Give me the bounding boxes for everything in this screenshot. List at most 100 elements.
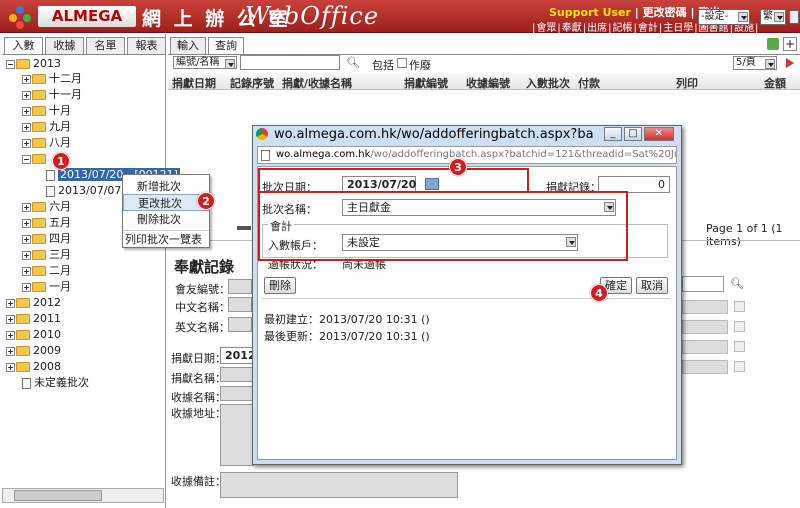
tree-month[interactable]: 十二月 (22, 71, 82, 87)
expand-icon[interactable] (22, 138, 31, 148)
change-password-link[interactable]: 更改密碼 (643, 6, 687, 19)
tab-receipt[interactable]: 收據 (45, 37, 84, 54)
cn-name-input[interactable] (228, 297, 252, 312)
receipt-name-input[interactable] (220, 386, 254, 401)
col-amount[interactable]: 金額 (764, 75, 786, 91)
scroll-right-button[interactable] (789, 10, 799, 24)
nav-accounting[interactable]: 會計 (638, 23, 658, 34)
collapse-icon[interactable] (22, 154, 31, 164)
field-select[interactable]: 編號/名稱 (173, 56, 237, 69)
tree-month[interactable]: 五月 (22, 215, 71, 231)
void-checkbox[interactable] (397, 58, 407, 68)
tree-month[interactable]: 四月 (22, 231, 71, 247)
option-checkbox[interactable] (734, 321, 745, 332)
nav-sunday-school[interactable]: 主日學 (663, 23, 693, 34)
option-checkbox[interactable] (734, 301, 745, 312)
col-payment[interactable]: 付款 (578, 75, 600, 91)
chevron-down-icon (774, 12, 784, 22)
expand-icon[interactable] (22, 90, 31, 100)
tab-input[interactable]: 輸入 (170, 37, 206, 54)
nav-attendance[interactable]: 出席 (587, 23, 607, 34)
search-icon[interactable]: 🔍︎ (346, 56, 360, 69)
arrow-right-icon[interactable] (786, 58, 794, 68)
tree-month[interactable]: 六月 (22, 199, 71, 215)
expand-icon[interactable] (22, 250, 31, 260)
add-record-icon[interactable] (767, 38, 779, 50)
tab-query[interactable]: 查詢 (208, 37, 244, 54)
expand-icon[interactable] (6, 362, 15, 372)
col-donor-name[interactable]: 捐獻/收據名稱 (282, 75, 352, 91)
menu-delete-batch[interactable]: 刪除批次 (123, 211, 209, 228)
col-receipt-no[interactable]: 收據編號 (466, 75, 510, 91)
tab-deposit[interactable]: 入數 (4, 37, 43, 54)
col-print[interactable]: 列印 (676, 75, 698, 91)
col-batch[interactable]: 入數批次 (526, 75, 570, 91)
tree-month[interactable]: 二月 (22, 263, 71, 279)
tab-roster[interactable]: 名單 (86, 37, 125, 54)
tree-month[interactable]: 十月 (22, 103, 71, 119)
expand-icon[interactable] (22, 234, 31, 244)
expand-icon[interactable] (22, 202, 31, 212)
donate-date-input[interactable]: 2012/ (220, 347, 260, 364)
plus-icon[interactable]: + (783, 37, 797, 51)
receipt-note-input[interactable] (220, 472, 458, 498)
tree-month[interactable]: 一月 (22, 279, 71, 295)
collapse-icon[interactable] (6, 59, 15, 69)
expand-icon[interactable] (6, 314, 15, 324)
search-input[interactable] (240, 55, 340, 70)
menu-print-batch-list[interactable]: 列印批次一覽表 (123, 230, 209, 247)
receipt-address-input[interactable] (220, 404, 254, 466)
user-name[interactable]: Support User (549, 6, 631, 19)
option-checkbox[interactable] (734, 361, 745, 372)
expand-icon[interactable] (6, 298, 15, 308)
tree-year[interactable]: 2009 (6, 343, 61, 359)
nav-bookkeeping[interactable]: 記帳 (613, 23, 633, 34)
tree-year[interactable]: 2008 (6, 359, 61, 375)
cancel-button[interactable]: 取消 (636, 277, 668, 294)
tree-month-july[interactable] (22, 151, 49, 167)
tree-year[interactable]: 2010 (6, 327, 61, 343)
menu-edit-batch[interactable]: 更改批次 (123, 194, 209, 211)
scrollbar-thumb[interactable] (14, 490, 102, 501)
expand-icon[interactable] (22, 218, 31, 228)
expand-icon[interactable] (22, 106, 31, 116)
minimize-button[interactable]: _ (604, 127, 622, 141)
menu-add-batch[interactable]: 新增批次 (123, 178, 209, 195)
tab-report[interactable]: 報表 (127, 37, 166, 54)
tree-month[interactable]: 三月 (22, 247, 71, 263)
address-bar[interactable]: wo.almega.com.hk/wo/addofferingbatch.asp… (257, 146, 677, 164)
close-button[interactable]: ✕ (644, 127, 674, 141)
col-record-no[interactable]: 記錄序號 (230, 75, 274, 91)
nav-offering[interactable]: 奉獻 (562, 23, 582, 34)
tree-undefined-batch[interactable]: 未定義批次 (22, 375, 89, 391)
expand-icon[interactable] (22, 266, 31, 276)
page-size-select[interactable]: 5/頁 (733, 56, 777, 70)
col-donate-date[interactable]: 捐獻日期 (172, 75, 216, 91)
settings-select[interactable]: -設定- (698, 9, 750, 25)
nav-members[interactable]: 會眾 (536, 23, 556, 34)
tree-month[interactable]: 八月 (22, 135, 71, 151)
tree-year[interactable]: 2011 (6, 311, 61, 327)
delete-button[interactable]: 刪除 (264, 277, 296, 294)
search-icon[interactable]: 🔍︎ (730, 277, 744, 290)
expand-icon[interactable] (6, 330, 15, 340)
tree-batch[interactable]: 2013/07/07 (46, 183, 121, 199)
context-menu: 新增批次 更改批次 刪除批次 列印批次一覽表 (122, 174, 210, 248)
tree-year-2013[interactable]: 2013 (6, 56, 61, 72)
donor-name-input[interactable] (220, 367, 254, 382)
tree-month[interactable]: 十一月 (22, 87, 82, 103)
maximize-button[interactable]: □ (624, 127, 642, 141)
tree-month[interactable]: 九月 (22, 119, 71, 135)
member-no-input[interactable] (228, 279, 252, 294)
tree-year[interactable]: 2012 (6, 295, 61, 311)
grid-scroll-thumb[interactable] (237, 226, 251, 230)
language-select[interactable]: 繁 (760, 9, 786, 25)
expand-icon[interactable] (6, 346, 15, 356)
search-field-partial[interactable] (682, 276, 724, 292)
expand-icon[interactable] (22, 122, 31, 132)
expand-icon[interactable] (22, 282, 31, 292)
expand-icon[interactable] (22, 74, 31, 84)
option-checkbox[interactable] (734, 341, 745, 352)
en-name-input[interactable] (228, 317, 252, 332)
col-donate-no[interactable]: 捐獻編號 (404, 75, 448, 91)
